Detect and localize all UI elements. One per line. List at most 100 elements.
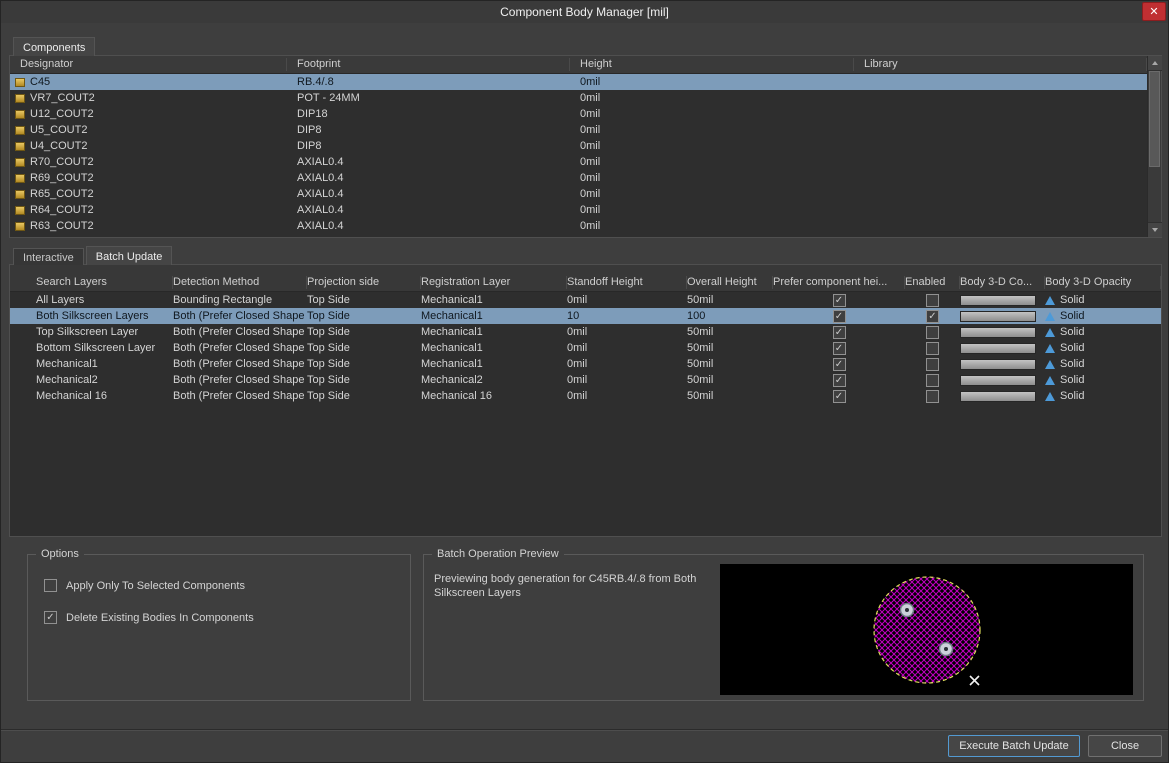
batch-header-zone: Search LayersDetection MethodProjection … — [10, 265, 1161, 292]
prefer-height-checkbox[interactable] — [833, 358, 846, 371]
body-color-cell — [960, 375, 1045, 386]
detection-method-cell: Bounding Rectangle — [173, 292, 307, 308]
component-row[interactable]: U12_COUT2 DIP18 0mil — [10, 106, 1147, 122]
batch-column-header[interactable]: Search Layers — [36, 276, 173, 289]
component-row[interactable]: R70_COUT2 AXIAL0.4 0mil — [10, 154, 1147, 170]
batch-column-header[interactable]: Enabled — [905, 276, 960, 289]
body-opacity-cell[interactable]: Solid — [1045, 374, 1161, 386]
execute-batch-update-button[interactable]: Execute Batch Update — [948, 735, 1080, 757]
batch-column-header[interactable]: Projection side — [307, 276, 421, 289]
component-height: 0mil — [570, 90, 854, 106]
prefer-height-checkbox[interactable] — [833, 294, 846, 307]
batch-row[interactable]: All Layers Bounding Rectangle Top Side M… — [10, 292, 1161, 308]
component-row[interactable]: R63_COUT2 AXIAL0.4 0mil — [10, 218, 1147, 234]
body-opacity-cell[interactable]: Solid — [1045, 358, 1161, 370]
component-footprint: DIP18 — [287, 106, 570, 122]
opacity-value: Solid — [1060, 342, 1084, 354]
body-opacity-cell[interactable]: Solid — [1045, 390, 1161, 402]
component-row[interactable]: VR7_COUT2 POT - 24MM 0mil — [10, 90, 1147, 106]
component-height: 0mil — [570, 74, 854, 90]
option-checkbox[interactable] — [44, 611, 57, 624]
body-color-swatch[interactable] — [960, 295, 1036, 306]
body-color-swatch[interactable] — [960, 375, 1036, 386]
body-color-swatch[interactable] — [960, 391, 1036, 402]
components-column-header[interactable]: Footprint — [287, 58, 570, 71]
prefer-height-checkbox[interactable] — [833, 374, 846, 387]
body-opacity-cell[interactable]: Solid — [1045, 326, 1161, 338]
component-icon — [15, 174, 25, 183]
detection-method-cell: Both (Prefer Closed Shape — [173, 340, 307, 356]
body-opacity-cell[interactable]: Solid — [1045, 294, 1161, 306]
projection-side-cell: Top Side — [307, 324, 421, 340]
prefer-height-checkbox[interactable] — [833, 342, 846, 355]
projection-side-cell: Top Side — [307, 308, 421, 324]
body-opacity-cell[interactable]: Solid — [1045, 310, 1161, 322]
components-column-header[interactable]: Library — [854, 58, 1147, 71]
component-row[interactable]: R64_COUT2 AXIAL0.4 0mil — [10, 202, 1147, 218]
batch-row[interactable]: Both Silkscreen Layers Both (Prefer Clos… — [10, 308, 1161, 324]
body-color-swatch[interactable] — [960, 343, 1036, 354]
batch-column-header[interactable]: Registration Layer — [421, 276, 567, 289]
component-designator: R63_COUT2 — [30, 218, 94, 234]
standoff-height-cell: 0mil — [567, 356, 687, 372]
enabled-checkbox[interactable] — [926, 310, 939, 323]
enabled-checkbox[interactable] — [926, 294, 939, 307]
batch-row[interactable]: Bottom Silkscreen Layer Both (Prefer Clo… — [10, 340, 1161, 356]
pad-1 — [901, 604, 914, 617]
body-opacity-cell[interactable]: Solid — [1045, 342, 1161, 354]
scroll-down-button[interactable] — [1148, 222, 1162, 237]
body-color-swatch[interactable] — [960, 311, 1036, 322]
component-row[interactable]: C45 RB.4/.8 0mil — [10, 74, 1147, 90]
components-column-header[interactable]: Height — [570, 58, 854, 71]
scrollbar-thumb[interactable] — [1149, 71, 1160, 167]
prefer-height-cell — [773, 342, 905, 355]
scroll-up-button[interactable] — [1148, 56, 1162, 71]
option-row[interactable]: Delete Existing Bodies In Components — [44, 611, 254, 624]
batch-tab[interactable]: Batch Update — [86, 246, 173, 265]
close-button[interactable]: Close — [1088, 735, 1162, 757]
tab-components[interactable]: Components — [13, 37, 95, 56]
enabled-cell — [905, 374, 960, 387]
preview-group-label: Batch Operation Preview — [432, 547, 564, 561]
enabled-checkbox[interactable] — [926, 342, 939, 355]
window-close-button[interactable]: ✕ — [1142, 2, 1166, 21]
enabled-checkbox[interactable] — [926, 374, 939, 387]
batch-row[interactable]: Mechanical 16 Both (Prefer Closed Shape … — [10, 388, 1161, 404]
standoff-height-cell: 0mil — [567, 372, 687, 388]
standoff-height-cell: 0mil — [567, 324, 687, 340]
enabled-checkbox[interactable] — [926, 326, 939, 339]
option-row[interactable]: Apply Only To Selected Components — [44, 579, 254, 592]
components-column-header[interactable]: Designator — [10, 58, 287, 71]
prefer-height-checkbox[interactable] — [833, 326, 846, 339]
body-color-swatch[interactable] — [960, 359, 1036, 370]
batch-tab[interactable]: Interactive — [13, 248, 84, 265]
component-designator: U5_COUT2 — [30, 122, 87, 138]
enabled-checkbox[interactable] — [926, 390, 939, 403]
detection-method-cell: Both (Prefer Closed Shape — [173, 388, 307, 404]
detection-method-cell: Both (Prefer Closed Shape — [173, 324, 307, 340]
batch-row[interactable]: Mechanical2 Both (Prefer Closed Shape To… — [10, 372, 1161, 388]
component-row[interactable]: R65_COUT2 AXIAL0.4 0mil — [10, 186, 1147, 202]
batch-column-header[interactable]: Detection Method — [173, 276, 307, 289]
component-icon — [15, 222, 25, 231]
batch-column-header[interactable]: Body 3-D Co... — [960, 276, 1045, 289]
batch-tab-label: Batch Update — [96, 251, 163, 263]
search-layers-cell: Mechanical2 — [36, 372, 173, 388]
batch-column-header[interactable]: Prefer component hei... — [773, 276, 905, 289]
enabled-checkbox[interactable] — [926, 358, 939, 371]
prefer-height-checkbox[interactable] — [833, 310, 846, 323]
batch-row[interactable]: Top Silkscreen Layer Both (Prefer Closed… — [10, 324, 1161, 340]
batch-column-header[interactable]: Body 3-D Opacity — [1045, 276, 1161, 289]
component-row[interactable]: U5_COUT2 DIP8 0mil — [10, 122, 1147, 138]
standoff-height-cell: 0mil — [567, 292, 687, 308]
prefer-height-checkbox[interactable] — [833, 390, 846, 403]
body-color-swatch[interactable] — [960, 327, 1036, 338]
components-scrollbar[interactable] — [1147, 56, 1161, 237]
batch-column-header[interactable]: Overall Height — [687, 276, 773, 289]
option-checkbox[interactable] — [44, 579, 57, 592]
overall-height-cell: 50mil — [687, 324, 773, 340]
component-row[interactable]: R69_COUT2 AXIAL0.4 0mil — [10, 170, 1147, 186]
batch-row[interactable]: Mechanical1 Both (Prefer Closed Shape To… — [10, 356, 1161, 372]
batch-column-header[interactable]: Standoff Height — [567, 276, 687, 289]
component-row[interactable]: U4_COUT2 DIP8 0mil — [10, 138, 1147, 154]
